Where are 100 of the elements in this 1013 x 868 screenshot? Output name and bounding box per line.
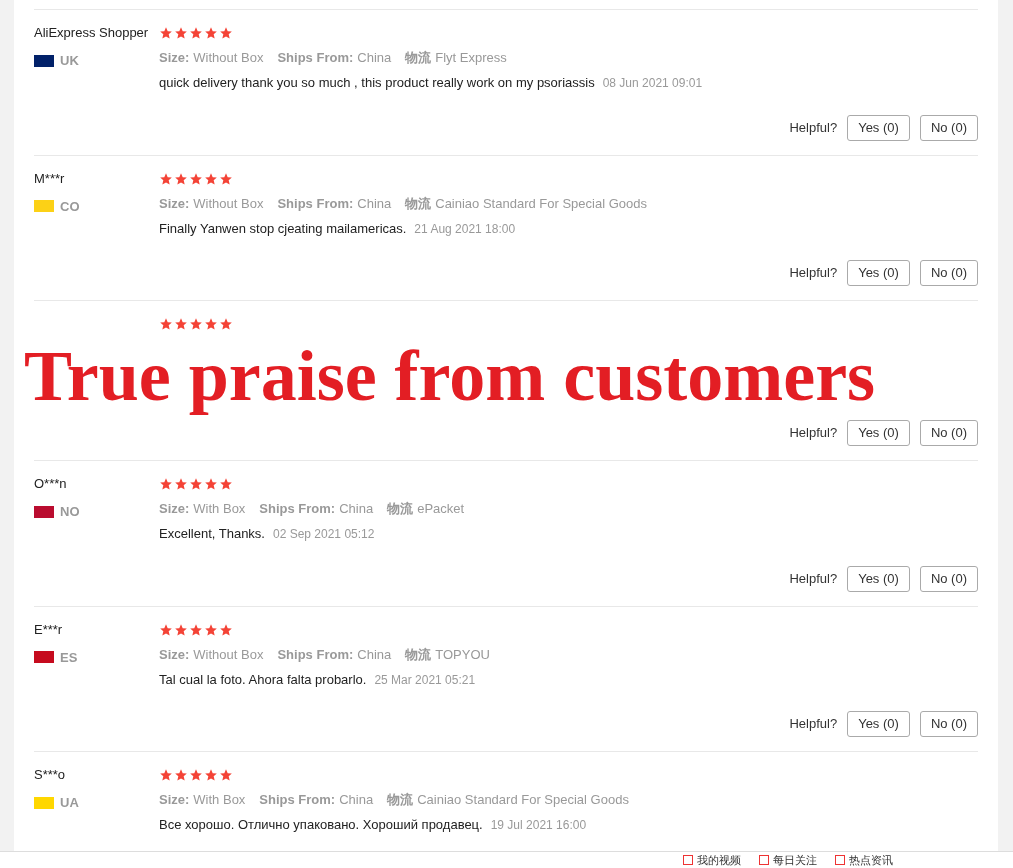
meta-value: Flyt Express bbox=[435, 49, 507, 66]
meta-label: 物流 bbox=[405, 645, 432, 663]
reviewer-name: M***r bbox=[34, 169, 66, 188]
yes-button[interactable]: Yes (0) bbox=[847, 420, 910, 446]
meta-value: Without Box bbox=[193, 194, 264, 212]
star-icon bbox=[159, 622, 173, 637]
review-date: 21 Aug 2021 18:00 bbox=[414, 220, 516, 238]
meta-label: 物流 bbox=[387, 791, 414, 808]
meta-label: Ships From: bbox=[277, 49, 354, 66]
meta-value: China bbox=[339, 791, 374, 808]
helpful-label: Helpful? bbox=[789, 715, 838, 734]
meta-label: 物流 bbox=[405, 49, 432, 66]
star-icon bbox=[219, 317, 233, 331]
meta-label: 物流 bbox=[405, 194, 432, 212]
star-icon bbox=[159, 768, 173, 782]
review-text: Excellent, Thanks. bbox=[159, 525, 265, 543]
star-icon bbox=[159, 477, 173, 491]
star-icon bbox=[174, 26, 188, 40]
star-icon bbox=[159, 317, 173, 331]
meta-label: Ships From: bbox=[259, 791, 336, 808]
shortcut-icon bbox=[835, 855, 845, 865]
meta-label: Size: bbox=[159, 49, 190, 66]
reviewer-name: O***n bbox=[34, 475, 68, 493]
helpful-label: Helpful? bbox=[789, 569, 838, 588]
meta-value: China bbox=[357, 645, 392, 663]
shortcut-icon bbox=[759, 855, 769, 865]
star-icon bbox=[189, 171, 203, 186]
no-button[interactable]: No (0) bbox=[919, 260, 978, 286]
star-icon bbox=[219, 26, 233, 40]
meta-label: Size: bbox=[159, 194, 190, 212]
meta-value: Cainiao Standard For Special Goods bbox=[435, 194, 647, 212]
status-bar-link[interactable]: 每日关注 bbox=[759, 853, 817, 867]
helpful-label: Helpful? bbox=[789, 424, 838, 443]
yes-button[interactable]: Yes (0) bbox=[847, 114, 910, 141]
status-bar-link[interactable]: 热点资讯 bbox=[835, 853, 893, 867]
review-text: Finally Yanwen stop cjeating mailamericas. bbox=[159, 219, 407, 238]
meta-label: 物流 bbox=[387, 500, 414, 517]
star-icon bbox=[204, 26, 218, 40]
helpful-label: Helpful? bbox=[789, 264, 838, 283]
review-date: 19 Jul 2021 16:00 bbox=[490, 817, 587, 834]
yes-button[interactable]: Yes (0) bbox=[847, 565, 910, 592]
meta-value: Without Box bbox=[193, 49, 264, 66]
star-icon bbox=[219, 768, 233, 782]
no-button[interactable]: No (0) bbox=[919, 114, 978, 141]
meta-label: Ships From: bbox=[277, 645, 354, 663]
no-button[interactable]: No (0) bbox=[919, 565, 978, 592]
star-icon bbox=[174, 171, 188, 186]
country-code: UA bbox=[60, 794, 79, 812]
meta-label: Size: bbox=[159, 500, 190, 517]
star-icon bbox=[189, 477, 203, 491]
country-code: CO bbox=[60, 197, 80, 216]
status-bar-link[interactable]: 我的视频 bbox=[683, 853, 741, 867]
star-icon bbox=[174, 477, 188, 491]
meta-value: Without Box bbox=[193, 645, 264, 663]
star-icon bbox=[204, 477, 218, 491]
star-icon bbox=[219, 622, 233, 637]
review-text: Все хорошо. Отлично упаковано. Хороший продавец. bbox=[159, 816, 483, 834]
review-date: 08 Jun 2021 09:01 bbox=[602, 75, 703, 92]
yes-button[interactable]: Yes (0) bbox=[847, 260, 910, 286]
meta-value: China bbox=[339, 500, 374, 517]
country-code: ES bbox=[60, 648, 78, 667]
review-date: 25 Mar 2021 05:21 bbox=[374, 671, 476, 689]
star-icon bbox=[174, 622, 188, 637]
reviewer-name: S***o bbox=[34, 766, 67, 784]
helpful-label: Helpful? bbox=[789, 118, 838, 137]
overlay-caption: True praise from customers bbox=[24, 335, 876, 417]
star-icon bbox=[174, 317, 188, 331]
meta-label: Ships From: bbox=[259, 500, 336, 517]
country-code: UK bbox=[60, 52, 79, 70]
no-button[interactable]: No (0) bbox=[919, 420, 978, 446]
country-code: NO bbox=[60, 503, 80, 521]
star-icon bbox=[189, 26, 203, 40]
star-icon bbox=[159, 171, 173, 186]
meta-value: With Box bbox=[193, 791, 246, 808]
star-icon bbox=[204, 171, 218, 186]
meta-value: China bbox=[357, 49, 392, 66]
meta-label: Size: bbox=[159, 791, 190, 808]
shortcut-icon bbox=[683, 855, 693, 865]
yes-button[interactable]: Yes (0) bbox=[847, 711, 910, 737]
meta-value: ePacket bbox=[417, 500, 465, 517]
meta-value: Cainiao Standard For Special Goods bbox=[417, 791, 629, 808]
review-text: quick delivery thank you so much , this product really work on my psoriassis bbox=[159, 74, 595, 92]
star-icon bbox=[204, 317, 218, 331]
reviewer-name: AliExpress Shopper bbox=[34, 24, 150, 42]
star-icon bbox=[189, 768, 203, 782]
meta-label: Size: bbox=[159, 645, 190, 663]
star-icon bbox=[219, 171, 233, 186]
star-icon bbox=[189, 317, 203, 331]
review-text: Tal cual la foto. Ahora falta probarlo. bbox=[159, 670, 367, 689]
star-icon bbox=[159, 26, 173, 40]
meta-value: With Box bbox=[193, 500, 246, 517]
review-date: 02 Sep 2021 05:12 bbox=[273, 526, 375, 543]
reviewer-name: E***r bbox=[34, 620, 64, 639]
meta-value: China bbox=[357, 194, 392, 212]
star-icon bbox=[189, 622, 203, 637]
star-icon bbox=[204, 768, 218, 782]
meta-value: TOPYOU bbox=[435, 645, 490, 663]
meta-label: Ships From: bbox=[277, 194, 354, 212]
star-icon bbox=[219, 477, 233, 491]
no-button[interactable]: No (0) bbox=[919, 711, 978, 737]
